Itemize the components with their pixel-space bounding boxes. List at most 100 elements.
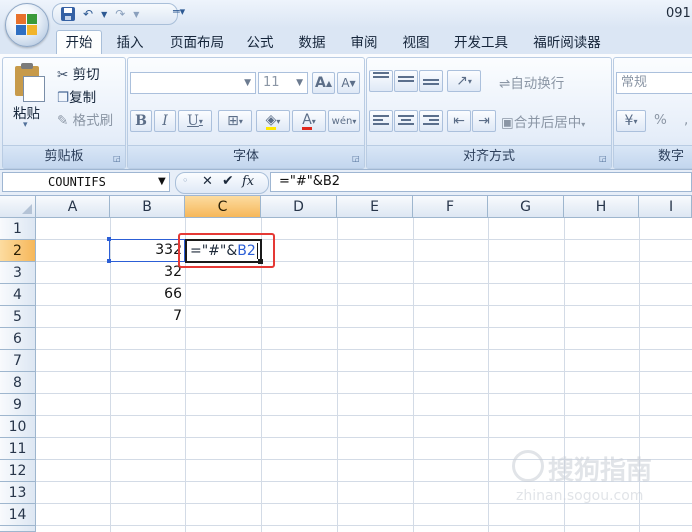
column-header-d[interactable]: D bbox=[261, 196, 337, 218]
phonetic-button[interactable]: wén ▾ bbox=[328, 110, 360, 132]
cell-b4[interactable]: 66 bbox=[110, 286, 182, 302]
currency-icon: ¥ bbox=[624, 113, 634, 129]
column-header-i[interactable]: I bbox=[639, 196, 692, 218]
number-group: 常规 ¥ ▾ % , 数字 bbox=[613, 57, 692, 169]
watermark: 搜狗指南 zhinan.sogou.com bbox=[512, 444, 692, 514]
column-header-e[interactable]: E bbox=[337, 196, 413, 218]
row-header[interactable]: 6 bbox=[0, 328, 36, 350]
select-all-button[interactable] bbox=[0, 196, 36, 218]
insert-function-button[interactable]: fx bbox=[242, 174, 254, 189]
align-top-button[interactable] bbox=[369, 70, 393, 92]
undo-dropdown[interactable]: ▼ bbox=[99, 6, 109, 22]
gridline bbox=[337, 218, 338, 532]
align-center-button[interactable] bbox=[394, 110, 418, 132]
row-header[interactable]: 2 bbox=[0, 240, 36, 262]
underline-button[interactable]: U ▾ bbox=[178, 110, 212, 132]
formula-input[interactable]: ="#"&B2 bbox=[270, 172, 692, 192]
shrink-font-button[interactable]: A ▼ bbox=[337, 72, 360, 94]
row-header[interactable]: 14 bbox=[0, 504, 36, 526]
cancel-button[interactable]: ✕ bbox=[202, 174, 213, 189]
tab-review[interactable]: 审阅 bbox=[344, 33, 384, 53]
active-cell-c2[interactable]: ="#"&B2 bbox=[185, 239, 262, 263]
row-header[interactable]: 4 bbox=[0, 284, 36, 306]
italic-button[interactable]: I bbox=[154, 110, 176, 132]
column-header-g[interactable]: G bbox=[488, 196, 564, 218]
orientation-button[interactable]: ↗ ▾ bbox=[447, 70, 481, 92]
number-format-combo[interactable]: 常规 bbox=[616, 72, 692, 94]
dialog-launcher-icon[interactable]: ◲ bbox=[352, 154, 361, 163]
align-middle-icon bbox=[398, 76, 414, 88]
cell-b5[interactable]: 7 bbox=[110, 308, 182, 324]
save-button[interactable] bbox=[59, 6, 77, 22]
outdent-icon: ⇤ bbox=[453, 113, 465, 129]
column-header-c[interactable]: C bbox=[185, 196, 261, 218]
merge-center-button[interactable]: ▣合并后居中▾ bbox=[501, 111, 585, 131]
row-header[interactable]: 5 bbox=[0, 306, 36, 328]
enter-button[interactable]: ✔ bbox=[222, 173, 234, 189]
decrease-indent-button[interactable]: ⇤ bbox=[447, 110, 471, 132]
tab-foxit-reader[interactable]: 福昕阅读器 bbox=[526, 33, 608, 53]
align-bottom-button[interactable] bbox=[419, 70, 443, 92]
column-header-a[interactable]: A bbox=[36, 196, 110, 218]
row-header[interactable]: 10 bbox=[0, 416, 36, 438]
dialog-launcher-icon[interactable]: ◲ bbox=[113, 154, 122, 163]
alignment-group-title: 对齐方式 bbox=[367, 145, 611, 168]
row-header[interactable] bbox=[0, 526, 36, 532]
tab-page-layout[interactable]: 页面布局 bbox=[162, 33, 232, 53]
paste-dropdown-icon[interactable]: ▾ bbox=[23, 120, 28, 130]
office-button[interactable] bbox=[5, 3, 49, 47]
row-header[interactable]: 9 bbox=[0, 394, 36, 416]
align-right-icon bbox=[423, 115, 439, 127]
formula-buttons: ◦ ✕ ✔ fx bbox=[175, 172, 269, 194]
row-header[interactable]: 13 bbox=[0, 482, 36, 504]
row-header[interactable]: 12 bbox=[0, 460, 36, 482]
column-header-f[interactable]: F bbox=[413, 196, 488, 218]
accounting-format-button[interactable]: ¥ ▾ bbox=[616, 110, 646, 132]
wrap-text-button[interactable]: ⇌自动换行 bbox=[499, 72, 564, 92]
align-top-icon bbox=[373, 72, 389, 84]
tab-insert[interactable]: 插入 bbox=[110, 33, 150, 53]
redo-button[interactable]: ↷ bbox=[113, 6, 127, 22]
increase-indent-button[interactable]: ⇥ bbox=[472, 110, 496, 132]
undo-icon: ↶ bbox=[83, 7, 94, 21]
gridline bbox=[36, 283, 692, 284]
row-header[interactable]: 1 bbox=[0, 218, 36, 240]
chevron-down-icon[interactable]: ▼ bbox=[158, 176, 166, 187]
fill-color-button[interactable]: ◈ ▾ bbox=[256, 110, 290, 132]
tab-data[interactable]: 数据 bbox=[292, 33, 332, 53]
row-header[interactable]: 3 bbox=[0, 262, 36, 284]
dialog-launcher-icon[interactable]: ◲ bbox=[599, 154, 608, 163]
format-painter-button[interactable]: ✎ 格式刷 bbox=[57, 109, 113, 129]
paste-button[interactable]: 粘贴 bbox=[13, 102, 40, 122]
copy-button[interactable]: ❐复制 bbox=[57, 86, 96, 106]
tab-formulas[interactable]: 公式 bbox=[240, 33, 280, 53]
align-left-button[interactable] bbox=[369, 110, 393, 132]
percent-button[interactable]: % bbox=[654, 112, 667, 128]
column-header-b[interactable]: B bbox=[110, 196, 185, 218]
redo-dropdown[interactable]: ▼ bbox=[131, 6, 141, 22]
font-color-button[interactable]: A ▾ bbox=[292, 110, 326, 132]
column-header-h[interactable]: H bbox=[564, 196, 639, 218]
font-size-combo[interactable]: 11 ▼ bbox=[258, 72, 308, 94]
bold-button[interactable]: B bbox=[130, 110, 152, 132]
grow-font-button[interactable]: A ▲ bbox=[312, 72, 335, 94]
align-right-button[interactable] bbox=[419, 110, 443, 132]
undo-button[interactable]: ↶ bbox=[81, 6, 95, 22]
comma-style-button[interactable]: , bbox=[684, 112, 688, 128]
align-middle-button[interactable] bbox=[394, 70, 418, 92]
tab-home[interactable]: 开始 bbox=[56, 30, 102, 56]
tab-view[interactable]: 视图 bbox=[396, 33, 436, 53]
row-header[interactable]: 8 bbox=[0, 372, 36, 394]
gridline bbox=[36, 437, 692, 438]
name-box[interactable]: COUNTIFS bbox=[2, 172, 170, 192]
row-header[interactable]: 11 bbox=[0, 438, 36, 460]
customize-qat-button[interactable]: ═▾ bbox=[173, 5, 185, 18]
tab-developer[interactable]: 开发工具 bbox=[448, 33, 514, 53]
fill-handle[interactable] bbox=[258, 259, 263, 264]
align-center-icon bbox=[398, 115, 414, 127]
font-name-combo[interactable]: ▼ bbox=[130, 72, 256, 94]
cell-b3[interactable]: 32 bbox=[110, 264, 182, 280]
borders-button[interactable]: ⊞ ▾ bbox=[218, 110, 252, 132]
row-header[interactable]: 7 bbox=[0, 350, 36, 372]
cut-button[interactable]: ✂ 剪切 bbox=[57, 63, 100, 83]
